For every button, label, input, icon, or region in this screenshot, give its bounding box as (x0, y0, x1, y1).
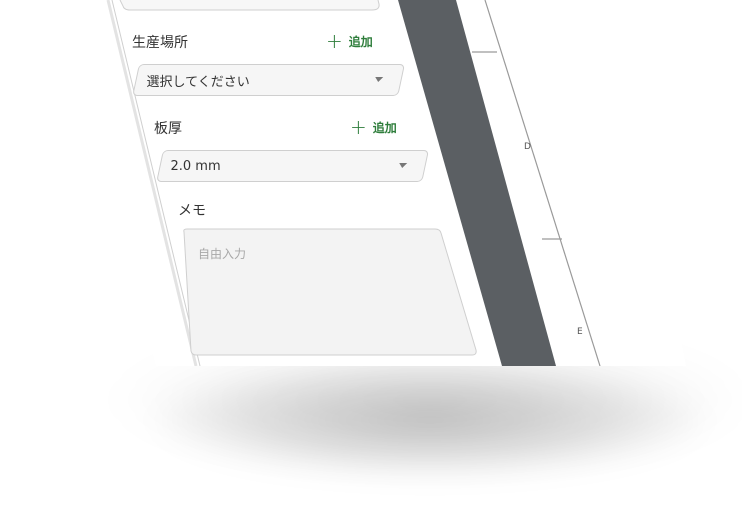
tilted-screen-scene: D E 生産場所 + 追加 選択してください 板厚 + 追加 2.0 mm メモ… (0, 0, 742, 525)
ruler-label-d: D (524, 142, 531, 152)
thickness-select[interactable]: 2.0 mm (156, 150, 430, 182)
memo-label: メモ (178, 203, 206, 219)
thickness-select-value: 2.0 mm (170, 158, 221, 174)
chevron-down-icon (398, 163, 408, 168)
drop-shadow (150, 360, 710, 480)
ruler-vertical-line (484, 0, 601, 366)
plus-icon: + (326, 29, 343, 53)
top-input-field-remnant (119, 0, 380, 11)
memo-textarea[interactable]: 自由入力 (198, 245, 246, 262)
ruler-label-e: E (577, 327, 583, 337)
form-panel-edge-inner (111, 0, 201, 366)
frame-and-ruler (106, 0, 601, 366)
production-site-label: 生産場所 (132, 35, 188, 51)
chevron-down-icon (374, 77, 384, 82)
add-production-site-label: 追加 (348, 34, 373, 49)
add-production-site-button[interactable]: + 追加 (326, 31, 373, 51)
production-site-select[interactable]: 選択してください (132, 64, 406, 96)
plus-icon: + (350, 115, 367, 139)
thickness-label: 板厚 (154, 121, 182, 137)
add-thickness-label: 追加 (372, 120, 397, 135)
tilted-app-screen: D E 生産場所 + 追加 選択してください 板厚 + 追加 2.0 mm メモ… (0, 0, 742, 366)
form-panel-edge (106, 0, 198, 366)
production-site-select-value: 選択してください (146, 74, 250, 90)
add-thickness-button[interactable]: + 追加 (350, 117, 397, 137)
